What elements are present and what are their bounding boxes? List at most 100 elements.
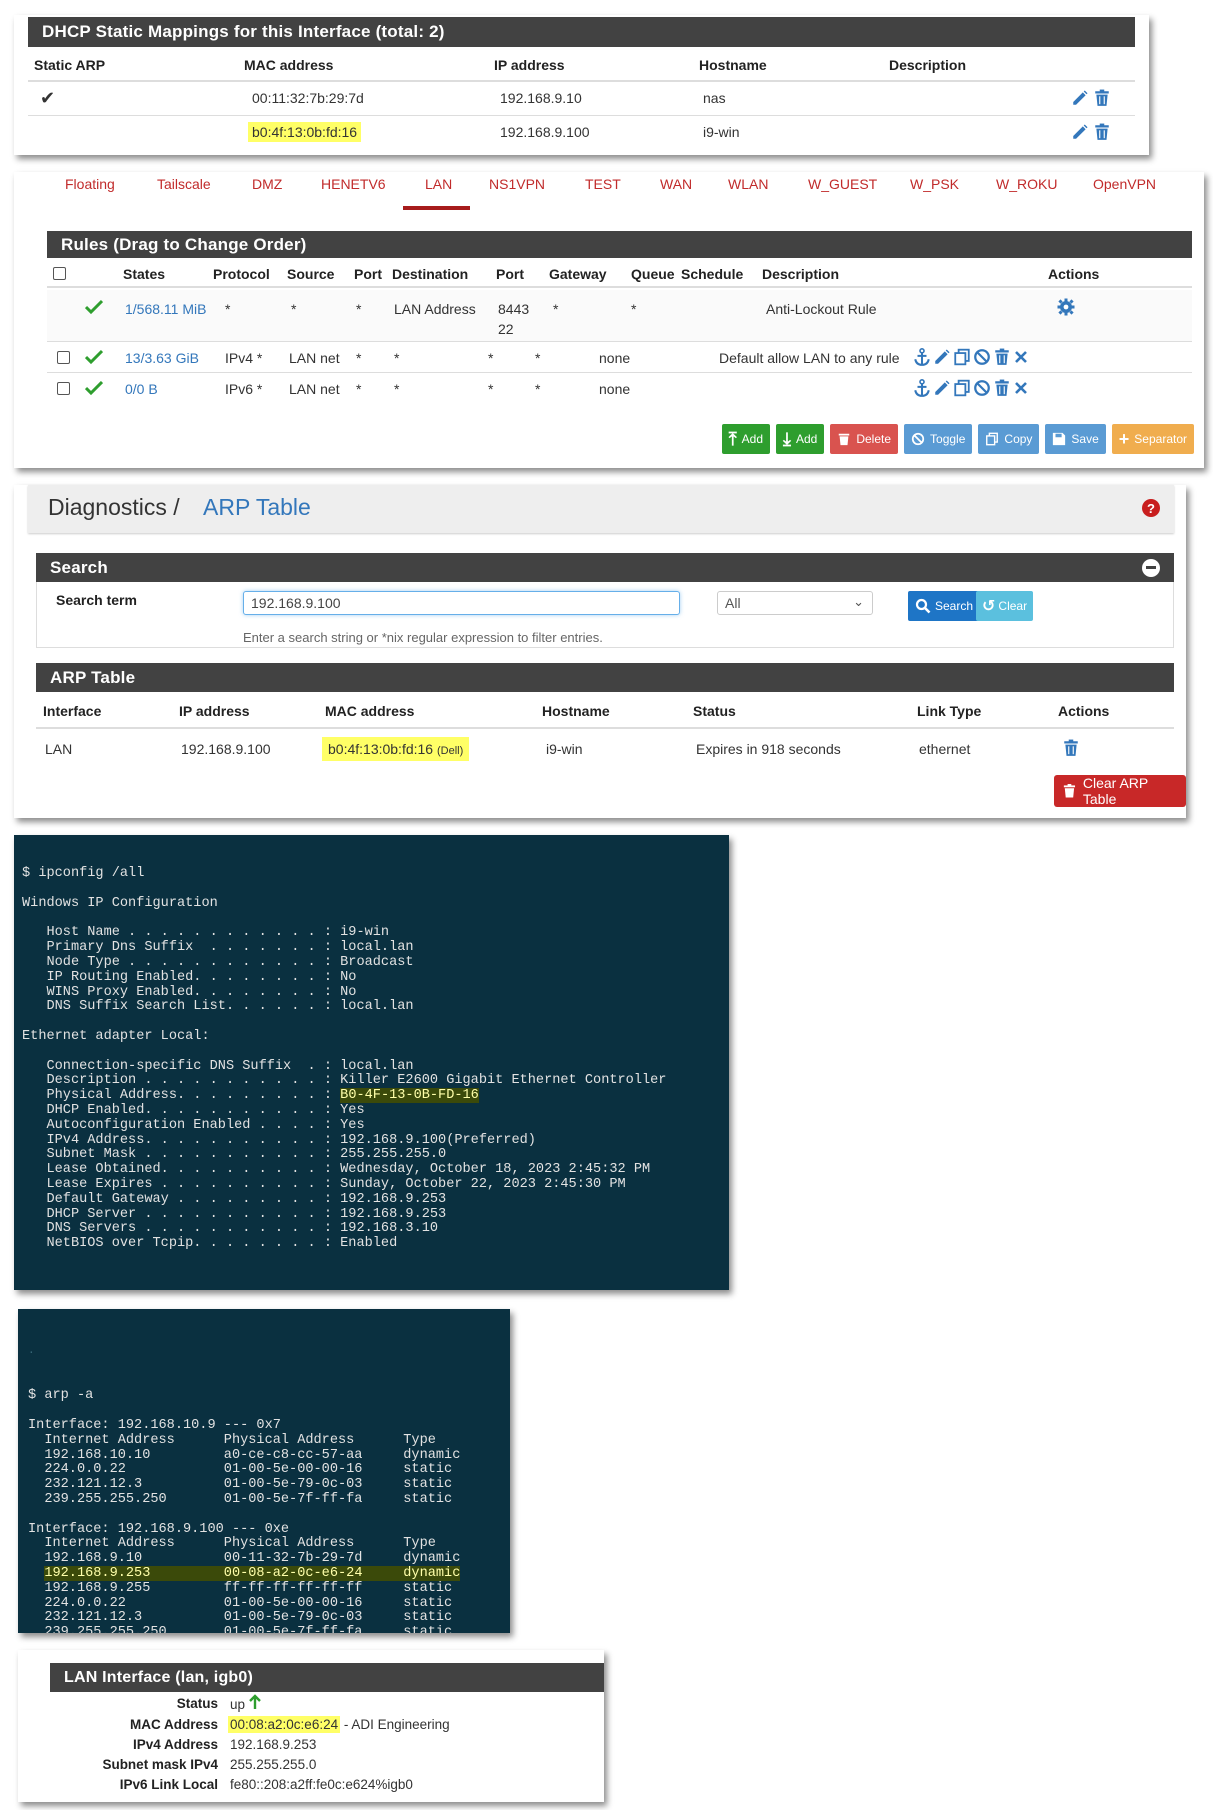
terminal-line: IPv4 Address. . . . . . . . . . . : 192.…	[22, 1132, 536, 1148]
gear-icon[interactable]	[1057, 298, 1075, 316]
col-states: States	[123, 266, 166, 282]
dhcp-table-header: Static ARP MAC address IP address Hostna…	[28, 49, 1135, 82]
tab-lan[interactable]: LAN	[425, 176, 452, 192]
help-icon[interactable]: ?	[1142, 499, 1160, 517]
delete-button[interactable]: Delete	[830, 424, 899, 454]
filter-select[interactable]: All ⌄	[717, 591, 873, 615]
trash-icon[interactable]	[993, 348, 1011, 366]
rules-button-bar: ⤒ Add ⤓ Add Delete Toggle Copy Save + Separ…	[716, 424, 1194, 454]
terminal-line: Physical Address. . . . . . . . . : B0-4…	[22, 1088, 479, 1104]
copy-button[interactable]: Copy	[978, 424, 1040, 454]
col-actions: Actions	[1058, 703, 1110, 719]
tab-openvpn[interactable]: OpenVPN	[1093, 176, 1156, 192]
save-button[interactable]: Save	[1045, 424, 1106, 454]
col-description: Description	[883, 49, 1065, 82]
row-actions	[1065, 114, 1135, 149]
rule-states-link[interactable]: 13/3.63 GiB	[125, 350, 199, 366]
ban-icon[interactable]	[973, 379, 991, 397]
search-button[interactable]: Search	[908, 591, 981, 621]
pencil-icon[interactable]	[933, 348, 951, 366]
close-icon[interactable]	[1013, 348, 1029, 366]
clear-arp-table-button[interactable]: Clear ARP Table	[1054, 775, 1186, 807]
tab-w-guest[interactable]: W_GUEST	[808, 176, 877, 192]
terminal-line: 224.0.0.22 01-00-5e-00-00-16 static	[28, 1595, 453, 1611]
trash-icon[interactable]	[1093, 123, 1111, 141]
col-port: Port	[354, 266, 382, 282]
add-top-button[interactable]: ⤒ Add	[721, 424, 771, 454]
col-schedule: Schedule	[681, 266, 744, 282]
terminal-line: 192.168.10.10 a0-ce-c8-cc-57-aa dynamic	[28, 1447, 461, 1463]
lan-interface-widget: LAN Interface (lan, igb0) Status up MAC …	[18, 1650, 604, 1802]
table-row[interactable]: 0/0 B IPv6 * LAN net * * * * none	[47, 374, 1192, 404]
copy-icon[interactable]	[953, 348, 971, 366]
col-ip: IP address	[179, 703, 250, 719]
arp-panel-title: ARP Table	[50, 667, 136, 687]
description-cell	[883, 114, 1065, 149]
add-bottom-button[interactable]: ⤓ Add	[776, 424, 825, 454]
rule-destination: *	[394, 381, 400, 397]
tab-dmz[interactable]: DMZ	[252, 176, 282, 192]
arp-table-header: Interface IP address MAC address Hostnam…	[36, 692, 1174, 729]
tab-henetv6[interactable]: HENETV6	[321, 176, 386, 192]
pencil-icon[interactable]	[1071, 123, 1089, 141]
search-icon	[915, 598, 931, 614]
breadcrumb-root[interactable]: Diagnostics /	[48, 494, 180, 521]
row-checkbox[interactable]	[57, 351, 70, 364]
pencil-icon[interactable]	[933, 379, 951, 397]
rule-protocol: IPv6 *	[225, 381, 263, 397]
ban-icon[interactable]	[973, 348, 991, 366]
toggle-button[interactable]: Toggle	[904, 424, 973, 454]
terminal-line: IP Routing Enabled. . . . . . . . : No	[22, 969, 357, 985]
trash-icon[interactable]	[1062, 739, 1080, 757]
pencil-icon[interactable]	[1071, 89, 1089, 107]
col-protocol: Protocol	[213, 266, 270, 282]
tab-w-roku[interactable]: W_ROKU	[996, 176, 1057, 192]
tab-wlan[interactable]: WLAN	[728, 176, 768, 192]
tab-wan[interactable]: WAN	[660, 176, 692, 192]
rule-description: Anti-Lockout Rule	[766, 301, 877, 317]
arrow-down-icon: ⤓	[783, 428, 791, 449]
mac-cell: b0:4f:13:0b:fd:16	[238, 114, 488, 149]
rules-panel-title: Rules (Drag to Change Order)	[61, 234, 307, 254]
trash-icon[interactable]	[1093, 89, 1111, 107]
table-row: ✔ 00:11:32:7b:29:7d 192.168.9.10 nas	[28, 80, 1135, 115]
pass-check-icon	[85, 380, 103, 396]
collapse-icon[interactable]	[1142, 558, 1160, 577]
page-header: Diagnostics / ARP Table ?	[28, 485, 1174, 533]
trash-icon	[839, 433, 850, 446]
anchor-icon[interactable]	[913, 348, 931, 366]
col-source: Source	[287, 266, 335, 282]
search-input[interactable]	[243, 591, 680, 615]
terminal-line: WINS Proxy Enabled. . . . . . . . : No	[22, 984, 357, 1000]
row-checkbox[interactable]	[57, 382, 70, 395]
hostname-cell: i9-win	[693, 114, 883, 149]
table-row[interactable]: 1/568.11 MiB * * * LAN Address 8443 22 *…	[47, 290, 1192, 342]
rule-states-link[interactable]: 0/0 B	[125, 381, 158, 397]
terminal-line: 232.121.12.3 01-00-5e-79-0c-03 static	[28, 1610, 453, 1626]
status-label: Status	[176, 1696, 218, 1711]
ipv4-value: 192.168.9.253	[230, 1737, 317, 1752]
table-row[interactable]: 13/3.63 GiB IPv4 * LAN net * * * * none …	[47, 343, 1192, 373]
tab-tailscale[interactable]: Tailscale	[157, 176, 211, 192]
tab-ns1vpn[interactable]: NS1VPN	[489, 176, 545, 192]
rule-states-link[interactable]: 1/568.11 MiB	[125, 301, 206, 317]
select-all-checkbox[interactable]	[53, 267, 66, 280]
separator-button[interactable]: + Separator	[1111, 424, 1194, 454]
copy-icon[interactable]	[953, 379, 971, 397]
tab-floating[interactable]: Floating	[65, 176, 115, 192]
row-actions	[1065, 80, 1135, 115]
ipv4-label: IPv4 Address	[132, 1737, 218, 1752]
anchor-icon[interactable]	[913, 379, 931, 397]
trash-icon[interactable]	[993, 379, 1011, 397]
arp-diagnostics-panel: Diagnostics / ARP Table ? Search Search …	[14, 485, 1186, 818]
dhcp-panel-title: DHCP Static Mappings for this Interface …	[42, 22, 445, 41]
tab-w-psk[interactable]: W_PSK	[910, 176, 959, 192]
terminal-line: Default Gateway . . . . . . . . . : 192.…	[22, 1191, 447, 1207]
arp-ip: 192.168.9.100	[181, 741, 271, 757]
arp-output: $ arp -a Interface: 192.168.10.9 --- 0x7 …	[28, 1387, 510, 1633]
clear-button[interactable]: ↺ Clear	[976, 591, 1034, 621]
tab-test[interactable]: TEST	[585, 176, 621, 192]
close-icon[interactable]	[1013, 379, 1029, 397]
